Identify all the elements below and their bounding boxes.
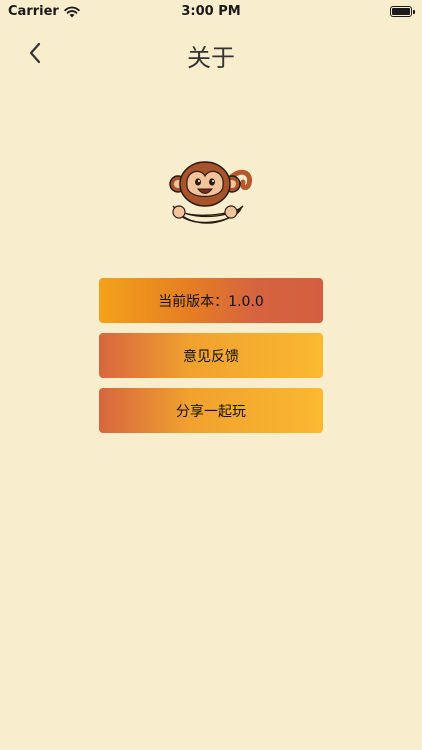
page-title: 关于 [187, 44, 235, 72]
status-bar: Carrier 3:00 PM [0, 0, 422, 24]
feedback-button[interactable]: 意见反馈 [99, 333, 323, 378]
version-button[interactable]: 当前版本：1.0.0 [99, 278, 323, 323]
share-button[interactable]: 分享一起玩 [99, 388, 323, 433]
status-time: 3:00 PM [181, 4, 241, 19]
monkey-logo-icon [169, 161, 253, 224]
navigation-bar: 关于 [0, 28, 422, 76]
battery-icon [390, 6, 415, 17]
